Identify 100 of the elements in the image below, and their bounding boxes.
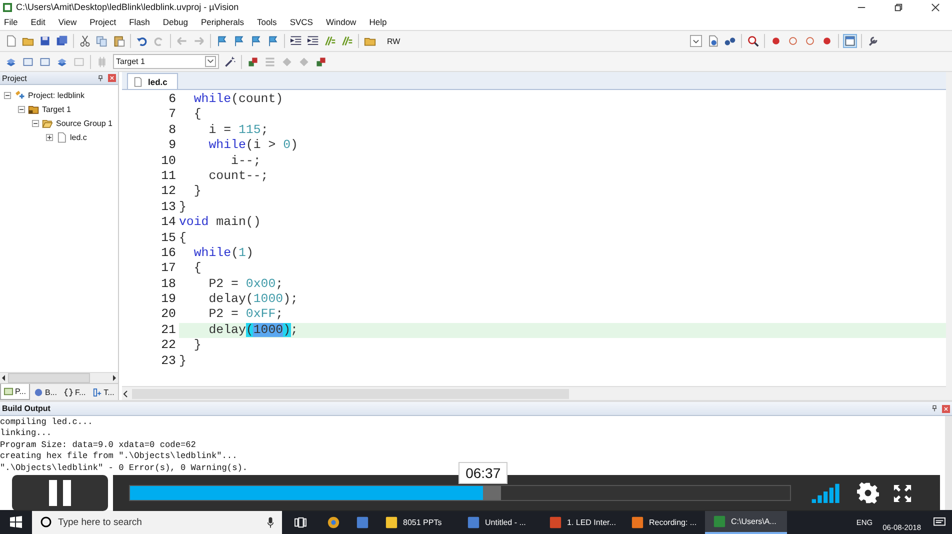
- output-line: linking...: [0, 428, 52, 440]
- progress-bar[interactable]: [129, 485, 791, 501]
- mode-label: RW: [387, 36, 400, 46]
- braces-icon: [64, 388, 73, 396]
- indent-icon[interactable]: [307, 35, 319, 47]
- menu-item[interactable]: Window: [326, 17, 356, 27]
- panel-tab[interactable]: T...: [90, 384, 118, 400]
- close-icon[interactable]: [931, 2, 940, 12]
- pause-button[interactable]: [12, 475, 108, 511]
- panel-tab[interactable]: P...: [0, 384, 30, 400]
- target-select[interactable]: Target 1: [113, 54, 219, 69]
- save-icon[interactable]: [39, 35, 51, 47]
- output-line: creating hex file from ".\Objects\ledblink"...: [0, 451, 238, 463]
- search-icon[interactable]: [747, 35, 760, 47]
- code-line: }: [179, 200, 188, 216]
- undo-icon[interactable]: [136, 35, 148, 47]
- output-line: compiling led.c...: [0, 417, 93, 428]
- taskbar-button[interactable]: 1. LED Inter...: [541, 510, 623, 534]
- collapse-icon[interactable]: [18, 106, 25, 112]
- taskbar-button[interactable]: 8051 PPTs: [377, 510, 459, 534]
- line-number: 11: [160, 168, 177, 184]
- menu-item[interactable]: Project: [90, 17, 116, 27]
- task-view-icon[interactable]: [294, 516, 307, 528]
- line-number: 7: [168, 107, 177, 123]
- line-number: 17: [160, 261, 177, 277]
- code-line: {: [179, 230, 188, 246]
- panel-title: Build Output: [2, 404, 50, 413]
- window-icon[interactable]: [22, 56, 34, 68]
- time-tooltip: 06:37: [458, 462, 508, 484]
- wand-icon[interactable]: [224, 56, 236, 68]
- menu-item[interactable]: Debug: [162, 17, 188, 27]
- code-line: P2 = 0x00;: [208, 276, 284, 292]
- taskbar-button[interactable]: Untitled - ...: [459, 510, 541, 534]
- menu-item[interactable]: Peripherals: [200, 17, 244, 27]
- tree-item[interactable]: Project: ledblink: [28, 90, 84, 100]
- save-all-icon[interactable]: [56, 35, 68, 47]
- search-bar[interactable]: Type here to search: [32, 510, 282, 534]
- settings-icon[interactable]: [867, 35, 880, 47]
- collapse-icon[interactable]: [4, 92, 11, 98]
- code-line: while(1): [192, 246, 254, 262]
- code-line: {: [192, 107, 202, 123]
- ring-icon[interactable]: [787, 35, 800, 47]
- copy-icon[interactable]: [96, 35, 108, 47]
- line-number: 12: [160, 184, 177, 200]
- menu-item[interactable]: Tools: [256, 17, 277, 27]
- tree-item[interactable]: Source Group 1: [56, 118, 112, 128]
- microphone-icon[interactable]: [267, 516, 274, 528]
- menu-item[interactable]: Flash: [129, 17, 150, 27]
- window-icon[interactable]: [844, 35, 856, 47]
- menu-item[interactable]: SVCS: [290, 17, 313, 27]
- horizontal-scrollbar[interactable]: [122, 386, 946, 400]
- windows-start-icon[interactable]: [10, 516, 22, 528]
- panel-tab[interactable]: F...: [61, 384, 89, 400]
- menu-item[interactable]: File: [4, 17, 18, 27]
- code-line: i--;: [230, 154, 262, 169]
- pin-icon[interactable]: [97, 74, 104, 82]
- cut-icon[interactable]: [79, 35, 91, 47]
- line-number: 18: [160, 276, 177, 292]
- menu-item[interactable]: Edit: [30, 17, 46, 27]
- menu-item[interactable]: View: [58, 17, 77, 27]
- vertical-scrollbar[interactable]: [946, 72, 952, 400]
- pin-icon[interactable]: [931, 405, 938, 412]
- flag-icon[interactable]: [216, 35, 228, 47]
- caret-icon[interactable]: [205, 56, 216, 67]
- dot-icon[interactable]: [770, 35, 782, 47]
- collapse-icon[interactable]: [32, 120, 39, 126]
- tree-item[interactable]: Target 1: [42, 104, 71, 114]
- document-icon[interactable]: [707, 35, 720, 47]
- expand-icon[interactable]: [46, 134, 53, 140]
- line-number: 23: [160, 354, 177, 370]
- flag-icon[interactable]: [250, 35, 262, 47]
- menu-item[interactable]: Help: [369, 17, 387, 27]
- search-icon[interactable]: [40, 516, 52, 528]
- settings-icon[interactable]: [857, 482, 879, 504]
- horizontal-scrollbar[interactable]: [0, 372, 118, 383]
- panel-tab[interactable]: B...: [30, 384, 60, 400]
- restore-icon[interactable]: [894, 2, 903, 12]
- document-icon[interactable]: [5, 35, 17, 47]
- line-number: 6: [168, 92, 177, 108]
- tree-item[interactable]: led.c: [70, 132, 87, 142]
- dropdown-icon[interactable]: [690, 35, 702, 47]
- indent-icon[interactable]: [290, 35, 302, 47]
- ring-icon[interactable]: [804, 35, 816, 47]
- lines-icon[interactable]: [324, 35, 336, 47]
- notification-icon[interactable]: [933, 516, 946, 528]
- flag-icon[interactable]: [267, 35, 279, 47]
- taskbar-button[interactable]: Recording: ...: [623, 510, 705, 534]
- code-line: delay(1000);: [208, 292, 299, 308]
- lines-icon[interactable]: [341, 35, 353, 47]
- vertical-scrollbar[interactable]: [945, 416, 952, 510]
- dot-icon[interactable]: [821, 35, 834, 47]
- taskbar-button[interactable]: C:\Users\A...: [705, 510, 787, 534]
- paste-icon[interactable]: [113, 35, 125, 47]
- scroll-left-icon[interactable]: [122, 390, 130, 398]
- window-icon[interactable]: [39, 56, 51, 68]
- buffered-segment: [483, 486, 502, 500]
- flag-icon[interactable]: [233, 35, 245, 47]
- file-tab[interactable]: led.c: [127, 73, 178, 89]
- code-line: void main(): [179, 215, 262, 231]
- fullscreen-icon[interactable]: [893, 484, 912, 502]
